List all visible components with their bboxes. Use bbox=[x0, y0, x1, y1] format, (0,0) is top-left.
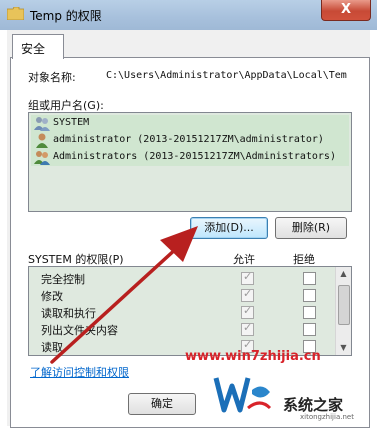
permission-name: 列出文件夹内容 bbox=[41, 324, 118, 337]
allow-checkbox[interactable] bbox=[241, 270, 254, 285]
watermark-small: xitongzhijia.net bbox=[300, 413, 354, 421]
users-group-icon bbox=[34, 151, 50, 165]
scroll-thumb[interactable] bbox=[338, 285, 350, 325]
permission-name: 读取 bbox=[41, 341, 63, 354]
folder-icon bbox=[7, 7, 24, 20]
permission-row: 修改 bbox=[29, 286, 335, 304]
remove-button[interactable]: 删除(R) bbox=[275, 217, 347, 239]
watermark-url: www.win7zhijia.cn bbox=[185, 349, 321, 364]
users-group-icon bbox=[34, 117, 50, 131]
watermark-site: 系统之家 bbox=[283, 396, 344, 414]
list-item-label: Administrators (2013-20151217ZM\Administ… bbox=[53, 151, 336, 162]
deny-checkbox[interactable] bbox=[303, 306, 316, 319]
scroll-up-icon[interactable]: ▲ bbox=[336, 267, 351, 281]
permission-name: 修改 bbox=[41, 290, 63, 303]
permission-row: 完全控制 bbox=[29, 269, 335, 287]
window-title: Temp 的权限 bbox=[30, 9, 102, 23]
scroll-down-icon[interactable]: ▼ bbox=[336, 341, 351, 355]
deny-checkbox[interactable] bbox=[303, 289, 316, 302]
allow-checkbox[interactable] bbox=[241, 287, 254, 302]
allow-checkbox[interactable] bbox=[241, 304, 254, 319]
object-name-label: 对象名称: bbox=[28, 71, 76, 84]
user-icon bbox=[36, 133, 48, 148]
permission-row: 列出文件夹内容 bbox=[29, 320, 335, 338]
tab-security[interactable]: 安全 bbox=[12, 34, 64, 59]
tab-security-label: 安全 bbox=[21, 42, 46, 56]
list-item-label: administrator (2013-20151217ZM\administr… bbox=[53, 134, 324, 145]
allow-checkbox[interactable] bbox=[241, 321, 254, 336]
close-button[interactable]: X bbox=[321, 0, 371, 21]
permissions-label: SYSTEM 的权限(P) bbox=[28, 253, 124, 266]
list-item[interactable]: administrator (2013-20151217ZM\administr… bbox=[31, 132, 349, 149]
group-user-list[interactable]: SYSTEM administrator (2013-20151217ZM\ad… bbox=[28, 112, 352, 212]
deny-checkbox[interactable] bbox=[303, 323, 316, 336]
permission-name: 完全控制 bbox=[41, 273, 85, 286]
title-bar: Temp 的权限 X bbox=[0, 0, 377, 30]
allow-header: 允许 bbox=[233, 253, 255, 266]
permission-name: 读取和执行 bbox=[41, 307, 96, 320]
windows-logo-icon bbox=[213, 377, 272, 413]
group-user-label: 组或用户名(G): bbox=[28, 99, 104, 112]
permissions-list[interactable]: 完全控制 修改 读取和执行 列出文件夹内容 读取 ▲ ▼ bbox=[28, 266, 352, 356]
list-item-label: SYSTEM bbox=[53, 117, 90, 128]
object-path: C:\Users\Administrator\AppData\Local\Tem bbox=[106, 70, 347, 81]
deny-header: 拒绝 bbox=[293, 253, 315, 266]
permissions-scrollbar[interactable]: ▲ ▼ bbox=[335, 267, 351, 355]
add-button[interactable]: 添加(D)... bbox=[190, 217, 268, 239]
list-item[interactable]: SYSTEM bbox=[31, 115, 349, 132]
ok-button[interactable]: 确定 bbox=[128, 393, 196, 415]
list-item[interactable]: Administrators (2013-20151217ZM\Administ… bbox=[31, 149, 349, 166]
learn-access-control-link[interactable]: 了解访问控制和权限 bbox=[30, 364, 129, 380]
deny-checkbox[interactable] bbox=[303, 272, 316, 285]
permission-row: 读取和执行 bbox=[29, 303, 335, 321]
